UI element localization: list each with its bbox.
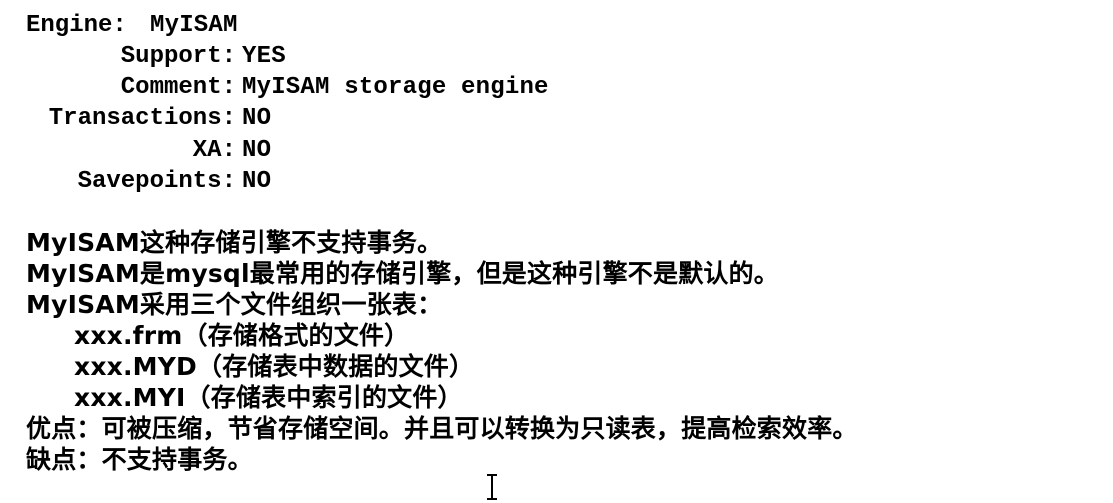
transactions-key: Transactions:	[48, 105, 236, 132]
support-value: YES	[242, 43, 286, 70]
cons-line: 缺点：不支持事务。	[26, 445, 253, 474]
note-most-common: MyISAM是mysql最常用的存储引擎，但是这种引擎不是默认的。	[26, 259, 780, 288]
engine-value: MyISAM	[150, 12, 238, 39]
savepoints-key: Savepoints:	[77, 168, 236, 195]
file-myd: xxx.MYD（存储表中数据的文件）	[74, 352, 475, 381]
text-document: Engine: MyISAM Support: YES Comment: MyI…	[0, 0, 1113, 503]
transactions-value: NO	[242, 105, 272, 132]
file-frm: xxx.frm（存储格式的文件）	[74, 321, 410, 350]
engine-key: Engine:	[26, 12, 127, 39]
savepoints-value: NO	[242, 168, 272, 195]
pros-line: 优点：可被压缩，节省存储空间。并且可以转换为只读表，提高检索效率。	[26, 414, 858, 443]
xa-value: NO	[242, 137, 272, 164]
comment-value: MyISAM storage engine	[242, 74, 549, 101]
note-three-files: MyISAM采用三个文件组织一张表：	[26, 290, 443, 319]
comment-key: Comment:	[120, 74, 236, 101]
support-key: Support:	[120, 43, 236, 70]
xa-key: XA:	[192, 137, 236, 164]
file-myi: xxx.MYI（存储表中索引的文件）	[74, 383, 463, 412]
text-cursor-icon	[486, 474, 498, 500]
note-no-transactions: MyISAM这种存储引擎不支持事务。	[26, 228, 443, 257]
